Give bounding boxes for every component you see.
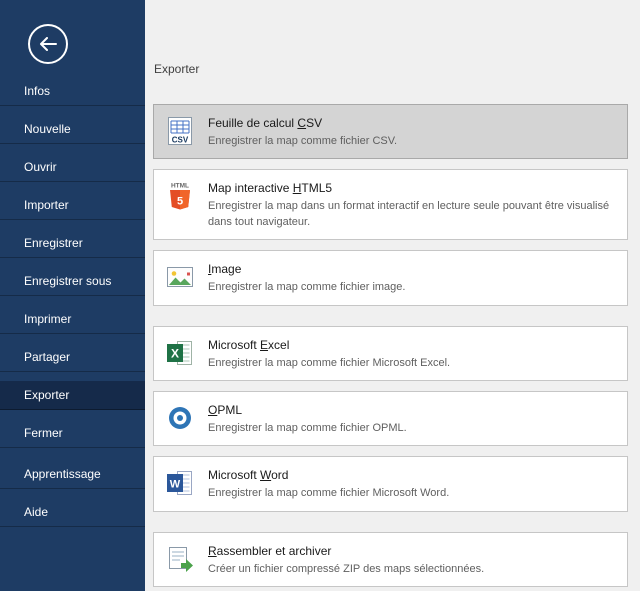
excel-icon: X [164,337,196,369]
page-title: Exporter [154,62,628,76]
title-text: PML [217,403,242,417]
export-option-description: Créer un fichier compressé ZIP des maps … [208,562,484,577]
export-option-text: OPML Enregistrer la map comme fichier OP… [208,402,407,436]
image-icon [164,261,196,293]
export-option-title: Rassembler et archiver [208,544,484,558]
export-option-text: Microsoft Word Enregistrer la map comme … [208,467,449,501]
svg-text:W: W [170,479,181,491]
sidebar-item-nouvelle[interactable]: Nouvelle [0,115,145,144]
sidebar-item-fermer[interactable]: Fermer [0,419,145,448]
title-accelerator: C [297,116,306,130]
export-option-title: Map interactive HTML5 [208,181,617,195]
backstage-view: Infos Nouvelle Ouvrir Importer Enregistr… [0,0,640,591]
sidebar: Infos Nouvelle Ouvrir Importer Enregistr… [0,0,145,591]
export-option-description: Enregistrer la map comme fichier image. [208,280,405,295]
export-option-title: OPML [208,403,407,417]
export-option-excel[interactable]: X Microsoft Excel Enregistrer la map com… [153,326,628,381]
pack-and-go-icon [164,543,196,575]
title-text: assembler et archiver [217,544,332,558]
export-panel: Exporter CSV Feuille de calcul CSV [145,0,640,591]
back-arrow-icon [39,37,57,51]
sidebar-item-aide[interactable]: Aide [0,498,145,527]
export-option-pack-and-go[interactable]: Rassembler et archiver Créer un fichier … [153,532,628,587]
back-button[interactable] [28,24,68,64]
csv-spreadsheet-icon: CSV [164,115,196,147]
word-icon: W [164,467,196,499]
export-option-csv[interactable]: CSV Feuille de calcul CSV Enregistrer la… [153,104,628,159]
sidebar-item-enregistrer[interactable]: Enregistrer [0,229,145,258]
export-option-text: Microsoft Excel Enregistrer la map comme… [208,337,450,371]
html5-icon: HTML 5 [164,180,196,212]
export-option-html5[interactable]: HTML 5 Map interactive HTML5 Enregistrer… [153,169,628,240]
export-option-opml[interactable]: OPML Enregistrer la map comme fichier OP… [153,391,628,446]
sidebar-item-ouvrir[interactable]: Ouvrir [0,153,145,182]
title-accelerator: E [260,338,268,352]
svg-text:CSV: CSV [172,136,189,145]
sidebar-item-imprimer[interactable]: Imprimer [0,305,145,334]
title-text: Feuille de calcul [208,116,297,130]
sidebar-item-infos[interactable]: Infos [0,77,145,106]
export-option-title: Microsoft Excel [208,338,450,352]
svg-text:5: 5 [177,196,183,208]
export-group-3: Rassembler et archiver Créer un fichier … [153,532,628,587]
title-accelerator: W [260,468,271,482]
sidebar-nav: Infos Nouvelle Ouvrir Importer Enregistr… [0,77,145,527]
export-option-text: Feuille de calcul CSV Enregistrer la map… [208,115,397,149]
sidebar-item-apprentissage[interactable]: Apprentissage [0,460,145,489]
sidebar-item-partager[interactable]: Partager [0,343,145,372]
export-option-description: Enregistrer la map comme fichier OPML. [208,421,407,436]
title-text: Microsoft [208,468,260,482]
export-option-description: Enregistrer la map comme fichier Microso… [208,486,449,501]
title-accelerator: R [208,544,217,558]
sidebar-item-importer[interactable]: Importer [0,191,145,220]
sidebar-item-enregistrer-sous[interactable]: Enregistrer sous [0,267,145,296]
opml-icon [164,402,196,434]
title-text: TML5 [301,181,332,195]
title-text: SV [306,116,322,130]
export-option-description: Enregistrer la map dans un format intera… [208,199,617,230]
sidebar-item-exporter[interactable]: Exporter [0,381,145,410]
export-option-image[interactable]: Image Enregistrer la map comme fichier i… [153,250,628,305]
export-option-title: Image [208,262,405,276]
export-group-1: CSV Feuille de calcul CSV Enregistrer la… [153,104,628,306]
export-option-description: Enregistrer la map comme fichier Microso… [208,356,450,371]
export-option-text: Map interactive HTML5 Enregistrer la map… [208,180,617,230]
svg-text:X: X [171,346,179,360]
export-option-text: Rassembler et archiver Créer un fichier … [208,543,484,577]
title-text: mage [211,262,241,276]
export-option-description: Enregistrer la map comme fichier CSV. [208,134,397,149]
export-option-title: Microsoft Word [208,468,449,482]
title-text: xcel [268,338,289,352]
export-group-2: X Microsoft Excel Enregistrer la map com… [153,326,628,512]
svg-text:HTML: HTML [171,183,189,190]
export-option-text: Image Enregistrer la map comme fichier i… [208,261,405,295]
export-option-word[interactable]: W Microsoft Word Enregistrer la map comm… [153,456,628,511]
title-text: Microsoft [208,338,260,352]
title-text: Map interactive [208,181,293,195]
title-accelerator: O [208,403,217,417]
title-text: ord [271,468,288,482]
export-option-title: Feuille de calcul CSV [208,116,397,130]
